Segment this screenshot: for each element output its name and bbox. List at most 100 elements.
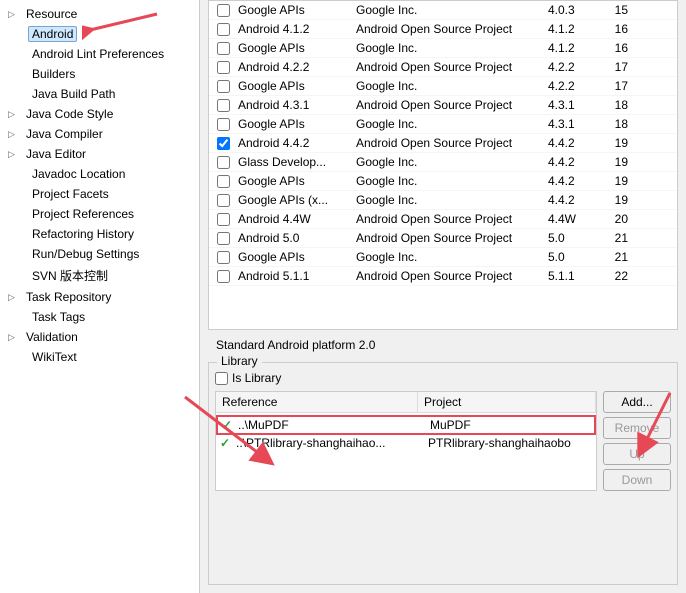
tree-validation[interactable]: ▷Validation xyxy=(0,327,199,347)
target-row[interactable]: Google APIs (x...Google Inc.4.4.219 xyxy=(209,191,677,210)
tree-android-lint[interactable]: Android Lint Preferences xyxy=(0,44,199,64)
target-row[interactable]: Google APIsGoogle Inc.4.0.315 xyxy=(209,1,677,20)
library-row[interactable]: ✓..\PTRlibrary-shanghaihao...PTRlibrary-… xyxy=(216,435,596,451)
target-checkbox[interactable] xyxy=(217,99,230,112)
target-vendor: Android Open Source Project xyxy=(356,22,548,36)
target-row[interactable]: Android 4.2.2Android Open Source Project… xyxy=(209,58,677,77)
tree-project-references[interactable]: Project References xyxy=(0,204,199,224)
target-version: 4.2.2 xyxy=(548,79,606,93)
build-target-table[interactable]: Google APIsGoogle Inc.4.0.315Android 4.1… xyxy=(208,0,678,330)
tree-run-debug-settings[interactable]: Run/Debug Settings xyxy=(0,244,199,264)
target-row[interactable]: Google APIsGoogle Inc.5.021 xyxy=(209,248,677,267)
target-version: 4.4.2 xyxy=(548,193,606,207)
target-vendor: Google Inc. xyxy=(356,117,548,131)
tree-javadoc-location[interactable]: Javadoc Location xyxy=(0,164,199,184)
target-api: 22 xyxy=(606,269,636,283)
check-icon: ✓ xyxy=(220,436,232,450)
target-checkbox[interactable] xyxy=(217,4,230,17)
target-name: Google APIs xyxy=(238,250,356,264)
lib-header-reference[interactable]: Reference xyxy=(216,392,418,413)
tree-svn[interactable]: SVN 版本控制 xyxy=(0,264,199,287)
down-button[interactable]: Down xyxy=(603,469,671,491)
target-row[interactable]: Google APIsGoogle Inc.4.4.219 xyxy=(209,172,677,191)
tree-label: SVN 版本控制 xyxy=(28,266,112,285)
library-reference: ..\MuPDF xyxy=(238,418,430,432)
preferences-tree[interactable]: ▷Resource Android Android Lint Preferenc… xyxy=(0,0,200,593)
tree-java-code-style[interactable]: ▷Java Code Style xyxy=(0,104,199,124)
target-row[interactable]: Android 5.1.1Android Open Source Project… xyxy=(209,267,677,286)
tree-wikitext[interactable]: WikiText xyxy=(0,347,199,367)
tree-java-compiler[interactable]: ▷Java Compiler xyxy=(0,124,199,144)
target-name: Google APIs xyxy=(238,174,356,188)
add-button[interactable]: Add... xyxy=(603,391,671,413)
target-checkbox[interactable] xyxy=(217,137,230,150)
target-vendor: Google Inc. xyxy=(356,79,548,93)
target-row[interactable]: Google APIsGoogle Inc.4.1.216 xyxy=(209,39,677,58)
target-api: 18 xyxy=(606,98,636,112)
target-version: 4.1.2 xyxy=(548,41,606,55)
target-checkbox[interactable] xyxy=(217,232,230,245)
tree-label: Java Editor xyxy=(22,146,90,162)
target-version: 5.1.1 xyxy=(548,269,606,283)
tree-builders[interactable]: Builders xyxy=(0,64,199,84)
target-row[interactable]: Glass Develop...Google Inc.4.4.219 xyxy=(209,153,677,172)
target-version: 4.2.2 xyxy=(548,60,606,74)
library-reference-table[interactable]: Reference Project ✓ ..\MuPDFMuPDF ✓..\PTRl… xyxy=(215,391,597,491)
target-checkbox[interactable] xyxy=(217,118,230,131)
tree-android[interactable]: Android xyxy=(0,24,199,44)
target-checkbox[interactable] xyxy=(217,156,230,169)
tree-java-build-path[interactable]: Java Build Path xyxy=(0,84,199,104)
target-row[interactable]: Android 4.3.1Android Open Source Project… xyxy=(209,96,677,115)
target-version: 4.0.3 xyxy=(548,3,606,17)
target-row[interactable]: Google APIsGoogle Inc.4.3.118 xyxy=(209,115,677,134)
tree-java-editor[interactable]: ▷Java Editor xyxy=(0,144,199,164)
target-row[interactable]: Android 4.1.2Android Open Source Project… xyxy=(209,20,677,39)
chevron-right-icon: ▷ xyxy=(8,129,22,140)
lib-header-project[interactable]: Project xyxy=(418,392,596,413)
tree-resource[interactable]: ▷Resource xyxy=(0,4,199,24)
remove-button[interactable]: Remove xyxy=(603,417,671,439)
target-checkbox[interactable] xyxy=(217,175,230,188)
target-version: 4.4.2 xyxy=(548,174,606,188)
tree-label: Java Build Path xyxy=(28,86,119,102)
target-api: 16 xyxy=(606,41,636,55)
target-name: Android 4.4W xyxy=(238,212,356,226)
check-icon: ✓ xyxy=(222,418,234,432)
target-row[interactable]: Android 4.4.2Android Open Source Project… xyxy=(209,134,677,153)
tree-task-repository[interactable]: ▷Task Repository xyxy=(0,287,199,307)
target-row[interactable]: Google APIsGoogle Inc.4.2.217 xyxy=(209,77,677,96)
tree-refactoring-history[interactable]: Refactoring History xyxy=(0,224,199,244)
target-version: 5.0 xyxy=(548,231,606,245)
target-api: 20 xyxy=(606,212,636,226)
target-checkbox[interactable] xyxy=(217,80,230,93)
target-checkbox[interactable] xyxy=(217,61,230,74)
library-project: MuPDF xyxy=(430,418,590,432)
tree-label: Builders xyxy=(28,66,79,82)
target-name: Google APIs xyxy=(238,3,356,17)
is-library-row: Is Library xyxy=(215,369,671,391)
target-row[interactable]: Android 4.4WAndroid Open Source Project4… xyxy=(209,210,677,229)
is-library-checkbox[interactable] xyxy=(215,372,228,385)
tree-label: Javadoc Location xyxy=(28,166,129,182)
target-api: 18 xyxy=(606,117,636,131)
target-checkbox[interactable] xyxy=(217,251,230,264)
target-api: 21 xyxy=(606,231,636,245)
tree-project-facets[interactable]: Project Facets xyxy=(0,184,199,204)
library-legend: Library xyxy=(217,354,262,368)
tree-task-tags[interactable]: Task Tags xyxy=(0,307,199,327)
library-row[interactable]: ✓ ..\MuPDFMuPDF xyxy=(216,415,596,435)
target-vendor: Google Inc. xyxy=(356,250,548,264)
target-checkbox[interactable] xyxy=(217,270,230,283)
target-checkbox[interactable] xyxy=(217,42,230,55)
target-checkbox[interactable] xyxy=(217,23,230,36)
target-name: Google APIs xyxy=(238,79,356,93)
target-api: 19 xyxy=(606,136,636,150)
target-name: Android 5.0 xyxy=(238,231,356,245)
chevron-right-icon: ▷ xyxy=(8,332,22,343)
target-checkbox[interactable] xyxy=(217,213,230,226)
up-button[interactable]: Up xyxy=(603,443,671,465)
tree-label: Validation xyxy=(22,329,82,345)
target-row[interactable]: Android 5.0Android Open Source Project5.… xyxy=(209,229,677,248)
target-checkbox[interactable] xyxy=(217,194,230,207)
target-vendor: Google Inc. xyxy=(356,174,548,188)
